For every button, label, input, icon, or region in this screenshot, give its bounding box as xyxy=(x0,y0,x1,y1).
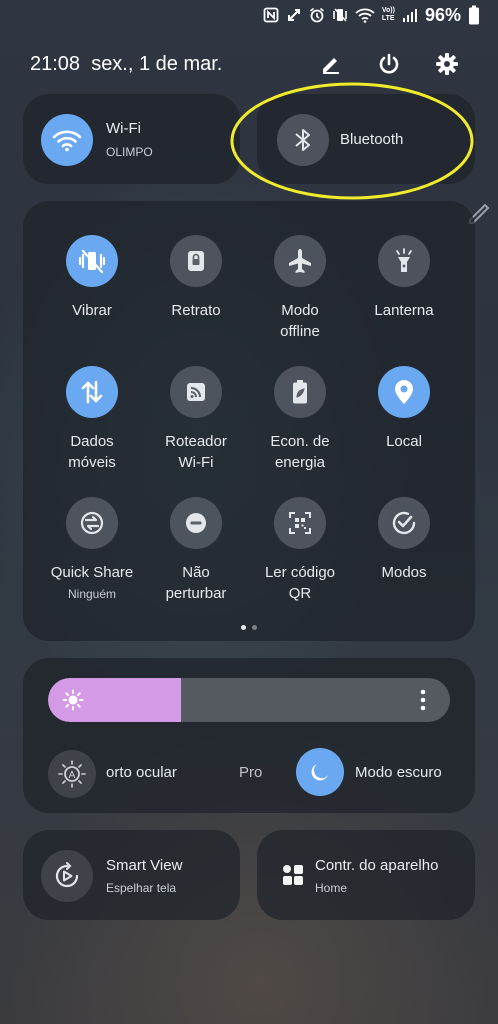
tile-label: Roteador Wi-Fi xyxy=(165,433,227,471)
battery-percent: 96% xyxy=(424,4,461,25)
tile-dados-moveis[interactable]: Dados móveis xyxy=(37,361,147,476)
do-not-disturb-icon xyxy=(170,497,222,549)
wifi-network-name: OLIMPO xyxy=(106,145,153,159)
smart-view-sublabel: Espelhar tela xyxy=(106,881,177,895)
tile-label: Retrato xyxy=(171,302,221,319)
tile-lanterna[interactable]: Lanterna xyxy=(349,230,459,340)
tile-label: Local xyxy=(386,433,422,450)
rotation-lock-icon xyxy=(170,235,222,287)
clock-time: 21:08 xyxy=(30,53,81,75)
tile-label: Modos xyxy=(381,564,427,581)
tile-label: Ler código QR xyxy=(264,564,336,602)
tile-roteador-wifi[interactable]: Roteador Wi-Fi xyxy=(141,361,251,476)
wifi-icon xyxy=(41,114,93,166)
tile-modo-offline[interactable]: Modo offline xyxy=(245,230,355,340)
eye-comfort-icon[interactable]: A xyxy=(48,750,96,798)
alarm-icon xyxy=(309,7,325,23)
svg-text:A: A xyxy=(69,770,76,781)
tile-local[interactable]: Local xyxy=(349,361,459,476)
tile-vibrar[interactable]: Vibrar xyxy=(37,230,147,340)
wifi-label: Wi-Fi xyxy=(106,120,141,137)
status-bar: Vo)) LTE 96% xyxy=(263,4,480,26)
tile-label: Modo offline xyxy=(280,302,320,340)
battery-saver-icon xyxy=(274,366,326,418)
quick-share-icon xyxy=(66,497,118,549)
hotspot-icon xyxy=(170,366,222,418)
device-control-tile[interactable]: Contr. do aparelho Home xyxy=(257,830,475,920)
protection-label[interactable]: Pro xyxy=(239,764,262,781)
tile-label: Quick Share xyxy=(50,564,134,581)
tile-label: Lanterna xyxy=(374,302,434,319)
tile-label: Não perturbar xyxy=(165,564,227,602)
battery-icon xyxy=(468,5,480,25)
data-saver-icon xyxy=(286,7,302,23)
tile-ler-codigo-qr[interactable]: Ler código QR xyxy=(245,492,355,607)
tile-econ-energia[interactable]: Econ. de energia xyxy=(245,361,355,476)
tile-nao-perturbar[interactable]: Não perturbar xyxy=(141,492,251,607)
volte-icon: Vo)) LTE xyxy=(381,7,395,22)
device-grid-icon xyxy=(282,864,304,891)
page-indicator-active xyxy=(241,625,246,630)
clock-date: 21:08 sex., 1 de mar. xyxy=(30,53,222,76)
signal-icon xyxy=(402,7,418,23)
tile-label: Dados móveis xyxy=(68,433,116,471)
tile-retrato[interactable]: Retrato xyxy=(141,230,251,340)
brightness-slider[interactable] xyxy=(48,678,450,722)
smart-view-icon xyxy=(41,850,93,902)
tile-quick-share[interactable]: Quick Share Ninguém xyxy=(37,492,147,607)
smart-view-label: Smart View xyxy=(106,857,183,874)
pencil-icon[interactable] xyxy=(314,47,348,81)
smart-view-tile[interactable]: Smart View Espelhar tela xyxy=(23,830,240,920)
modes-icon xyxy=(378,497,430,549)
gear-icon[interactable] xyxy=(430,47,464,81)
location-icon xyxy=(378,366,430,418)
page-indicator-inactive xyxy=(252,625,257,630)
device-control-sublabel: Home xyxy=(315,881,348,895)
dark-mode-label[interactable]: Modo escuro xyxy=(355,764,442,781)
more-options-icon[interactable] xyxy=(420,688,426,717)
wifi-tile[interactable]: Wi-Fi OLIMPO xyxy=(23,94,240,184)
wifi-icon xyxy=(355,7,375,23)
tile-label: Vibrar xyxy=(72,302,112,319)
mobile-data-icon xyxy=(66,366,118,418)
device-control-label: Contr. do aparelho xyxy=(315,857,439,874)
dark-mode-moon-icon[interactable] xyxy=(296,748,344,796)
tile-label: Econ. de energia xyxy=(270,433,330,471)
vibrate-icon xyxy=(332,7,348,23)
eye-comfort-label[interactable]: orto ocular xyxy=(106,764,177,781)
vibrate-icon xyxy=(66,235,118,287)
date-text: sex., 1 de mar. xyxy=(91,53,223,75)
tile-modos[interactable]: Modos xyxy=(349,492,459,607)
tile-sublabel: Ninguém xyxy=(67,587,117,601)
nfc-icon xyxy=(263,7,279,23)
flashlight-icon xyxy=(378,235,430,287)
power-icon[interactable] xyxy=(372,47,406,81)
qr-scan-icon xyxy=(274,497,326,549)
highlight-ellipse xyxy=(230,82,474,200)
sun-icon xyxy=(62,689,84,716)
airplane-icon xyxy=(274,235,326,287)
